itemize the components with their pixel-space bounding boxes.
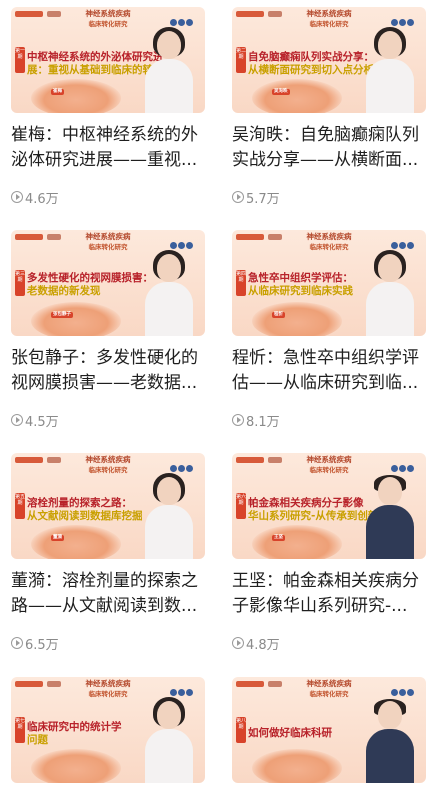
episode-badge: 第五期 <box>15 493 25 519</box>
hospital-logo <box>15 11 43 17</box>
view-count: 8.1万 <box>246 414 280 430</box>
video-thumbnail[interactable]: 神经系统疾病 临床转化研究 第四期 急性卒中组织学评估： 从临床研究到临床实践 … <box>232 230 426 336</box>
speaker-nameplate: 王坚 <box>272 535 285 541</box>
view-count: 4.6万 <box>25 191 59 207</box>
video-thumbnail[interactable]: 神经系统疾病 临床转化研究 第二期 自免脑癫痫队列实战分享： 从横断面研究到切入… <box>232 7 426 113</box>
episode-badge: 第六期 <box>236 493 246 519</box>
speaker-portrait <box>141 25 197 113</box>
speaker-portrait <box>362 471 418 559</box>
hospital-logo <box>236 457 264 463</box>
series-title: 神经系统疾病 临床转化研究 <box>306 9 352 28</box>
episode-badge: 第二期 <box>236 47 246 73</box>
speaker-portrait <box>141 471 197 559</box>
hospital-logo <box>15 681 43 687</box>
hospital-logo <box>236 681 264 687</box>
video-title[interactable]: 张包静子：多发性硬化的视网膜损害——老数据... <box>11 346 205 396</box>
video-title[interactable]: 王坚：帕金森相关疾病分子影像华山系列研究-... <box>232 569 426 619</box>
episode-badge: 第一期 <box>15 47 25 73</box>
play-count-icon <box>11 637 23 649</box>
speaker-nameplate: 董漪 <box>51 535 64 541</box>
episode-badge: 第七期 <box>15 717 25 743</box>
speaker-portrait <box>362 695 418 783</box>
video-meta: 4.8万 <box>232 634 280 653</box>
play-count-icon <box>232 191 244 203</box>
hospital-logo <box>15 234 43 240</box>
video-meta: 4.5万 <box>11 411 59 430</box>
speaker-nameplate: 张包静子 <box>51 312 73 318</box>
speaker-nameplate: 崔梅 <box>51 89 64 95</box>
video-meta: 5.7万 <box>232 188 280 207</box>
video-meta: 4.6万 <box>11 188 59 207</box>
series-title: 神经系统疾病 临床转化研究 <box>85 455 131 474</box>
play-count-icon <box>232 637 244 649</box>
partner-logos <box>390 681 422 696</box>
series-title: 神经系统疾病 临床转化研究 <box>306 232 352 251</box>
partner-logo <box>47 234 61 240</box>
video-grid: 神经系统疾病 临床转化研究 第一期 中枢神经系统的外泌体研究进 展：重视从基础到… <box>0 0 442 786</box>
partner-logos <box>390 457 422 472</box>
partner-logos <box>169 681 201 696</box>
video-thumbnail[interactable]: 神经系统疾病 临床转化研究 第七期 临床研究中的统计学 问题 <box>11 677 205 783</box>
video-thumbnail[interactable]: 神经系统疾病 临床转化研究 第三期 多发性硬化的视网膜损害： 老数据的新发现 张… <box>11 230 205 336</box>
partner-logo <box>268 681 282 687</box>
video-title[interactable]: 程忻：急性卒中组织学评估——从临床研究到临... <box>232 346 426 396</box>
episode-badge: 第四期 <box>236 270 246 296</box>
partner-logo <box>47 681 61 687</box>
partner-logos <box>390 234 422 249</box>
video-thumbnail[interactable]: 神经系统疾病 临床转化研究 第一期 中枢神经系统的外泌体研究进 展：重视从基础到… <box>11 7 205 113</box>
partner-logo <box>47 11 61 17</box>
video-thumbnail[interactable]: 神经系统疾病 临床转化研究 第五期 溶栓剂量的探索之路： 从文献阅读到数据库挖掘… <box>11 453 205 559</box>
speaker-portrait <box>362 248 418 336</box>
series-title: 神经系统疾病 临床转化研究 <box>85 9 131 28</box>
video-title[interactable]: 崔梅：中枢神经系统的外泌体研究进展——重视... <box>11 123 205 173</box>
partner-logos <box>169 11 201 26</box>
partner-logo <box>268 234 282 240</box>
speaker-nameplate: 程忻 <box>272 312 285 318</box>
view-count: 6.5万 <box>25 637 59 653</box>
video-meta: 6.5万 <box>11 634 59 653</box>
speaker-nameplate: 吴洵昳 <box>272 89 290 95</box>
play-count-icon <box>11 414 23 426</box>
speaker-portrait <box>141 248 197 336</box>
video-title[interactable]: 董漪：溶栓剂量的探索之路——从文献阅读到数... <box>11 569 205 619</box>
series-title: 神经系统疾病 临床转化研究 <box>85 232 131 251</box>
video-title[interactable]: 吴洵昳：自免脑癫痫队列实战分享——从横断面... <box>232 123 426 173</box>
video-meta: 8.1万 <box>232 411 280 430</box>
hospital-logo <box>15 457 43 463</box>
partner-logos <box>169 234 201 249</box>
episode-badge: 第八期 <box>236 717 246 743</box>
video-thumbnail[interactable]: 神经系统疾病 临床转化研究 第六期 帕金森相关疾病分子影像 华山系列研究-从传承… <box>232 453 426 559</box>
play-count-icon <box>11 191 23 203</box>
video-thumbnail[interactable]: 神经系统疾病 临床转化研究 第八期 如何做好临床科研 <box>232 677 426 783</box>
episode-badge: 第三期 <box>15 270 25 296</box>
partner-logos <box>169 457 201 472</box>
view-count: 5.7万 <box>246 191 280 207</box>
partner-logos <box>390 11 422 26</box>
series-title: 神经系统疾病 临床转化研究 <box>306 455 352 474</box>
partner-logo <box>268 11 282 17</box>
partner-logo <box>47 457 61 463</box>
brain-image <box>31 749 121 783</box>
hospital-logo <box>236 234 264 240</box>
brain-image <box>252 749 342 783</box>
speaker-portrait <box>362 25 418 113</box>
view-count: 4.8万 <box>246 637 280 653</box>
play-count-icon <box>232 414 244 426</box>
series-title: 神经系统疾病 临床转化研究 <box>85 679 131 698</box>
hospital-logo <box>236 11 264 17</box>
series-title: 神经系统疾病 临床转化研究 <box>306 679 352 698</box>
view-count: 4.5万 <box>25 414 59 430</box>
speaker-portrait <box>141 695 197 783</box>
partner-logo <box>268 457 282 463</box>
